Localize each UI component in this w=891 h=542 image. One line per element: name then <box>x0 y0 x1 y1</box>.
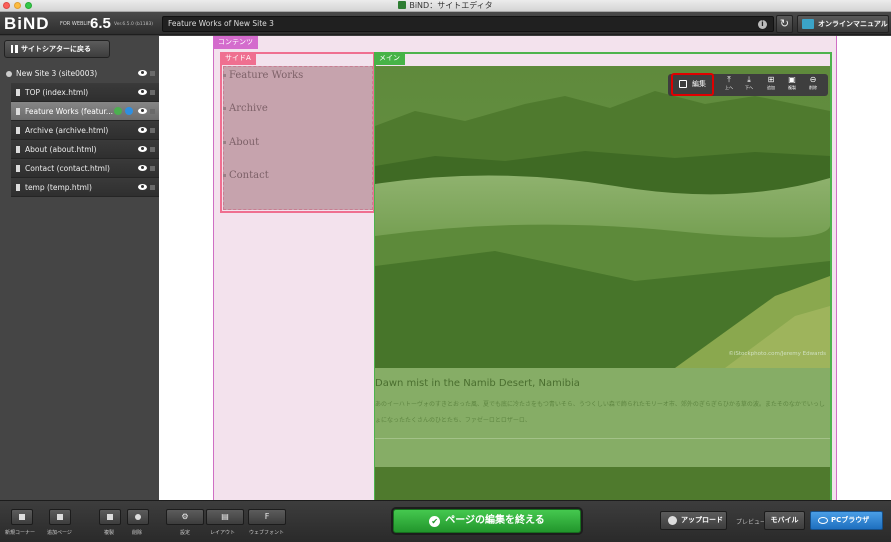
lock-icon[interactable] <box>150 90 155 95</box>
lock-icon[interactable] <box>150 166 155 171</box>
tree-page-about[interactable]: About (about.html) <box>11 140 159 159</box>
edit-block-button[interactable]: 編集 <box>671 73 714 96</box>
theater-icon <box>11 45 18 53</box>
window-titlebar: BiND：サイトエディタ <box>0 0 891 12</box>
move-down-icon: ⤓ <box>747 75 751 84</box>
status-blue-icon <box>125 107 133 115</box>
delete-page-button[interactable] <box>127 509 149 525</box>
layout-button[interactable]: ▤ <box>206 509 244 525</box>
article-body: あのイーハトーヴォのすきとおった風、夏でも底に冷たさをもつ青いそら、うつくしい森… <box>375 401 825 424</box>
visibility-eye-icon[interactable] <box>138 146 147 152</box>
nav-link-feature-works[interactable]: Feature Works <box>222 70 303 81</box>
tree-page-contact[interactable]: Contact (contact.html) <box>11 159 159 178</box>
info-icon[interactable]: i <box>758 20 767 29</box>
upload-button[interactable]: アップロード <box>660 511 727 530</box>
main-area-label: メイン <box>374 52 405 65</box>
tree-page-archive[interactable]: Archive (archive.html) <box>11 121 159 140</box>
delete-block-icon: ⊖ <box>809 75 817 84</box>
nav-link-about[interactable]: About <box>222 137 259 148</box>
move-up-icon: ⤒ <box>727 75 731 84</box>
duplicate-icon <box>107 514 113 520</box>
new-corner-button[interactable] <box>11 509 33 525</box>
visibility-eye-icon[interactable] <box>138 165 147 171</box>
add-page-icon <box>57 514 63 520</box>
sidebar-footer: 新規コーナー 追加ページ 複製 削除 <box>0 500 159 542</box>
article-block[interactable]: Dawn mist in the Namib Desert, Namibia あ… <box>375 368 830 500</box>
pc-browser-preview-button[interactable]: PCブラウザ <box>810 511 883 530</box>
tree-page-temp[interactable]: temp (temp.html) <box>11 178 159 197</box>
hero-image[interactable] <box>375 66 830 368</box>
delete-block-button[interactable]: ⊖ 削除 <box>802 75 824 95</box>
page-icon <box>16 146 20 153</box>
settings-button[interactable]: ⚙ <box>166 509 204 525</box>
add-page-button[interactable] <box>49 509 71 525</box>
preview-label: プレビュー <box>736 519 767 526</box>
layout-icon: ▤ <box>221 512 229 521</box>
back-to-site-theater-button[interactable]: サイトシアターに戻る <box>4 40 110 58</box>
online-manual-button[interactable]: オンラインマニュアル <box>797 15 889 33</box>
tree-page-top[interactable]: TOP (index.html) <box>11 83 159 102</box>
refresh-button[interactable]: ↻ <box>776 15 793 33</box>
visibility-eye-icon[interactable] <box>138 70 147 76</box>
site-icon <box>6 71 12 77</box>
site-tree: New Site 3 (site0003) TOP (index.html) F… <box>0 64 159 197</box>
refresh-icon: ↻ <box>779 17 790 30</box>
add-block-icon: ⊞ <box>767 75 775 84</box>
app-icon <box>398 1 407 9</box>
nav-link-archive[interactable]: Archive <box>223 103 268 114</box>
upload-icon <box>668 516 677 525</box>
visibility-eye-icon[interactable] <box>138 127 147 133</box>
content-area-label: コンテンツ <box>213 36 258 49</box>
page-icon <box>16 127 20 134</box>
webfont-button[interactable]: F <box>248 509 286 525</box>
page-icon <box>16 89 20 96</box>
visibility-eye-icon[interactable] <box>138 89 147 95</box>
bottom-toolbar: ⚙ ▤ F 設定 レイアウト ウェブフォント ✔ ページの編集を終える アップロー… <box>159 500 891 542</box>
status-green-icon <box>114 107 122 115</box>
side-a-label: サイドA <box>220 52 256 65</box>
editor-canvas: コンテンツ サイドA Feature Works Archive About C… <box>159 36 891 500</box>
page-icon <box>16 165 20 172</box>
visibility-eye-icon[interactable] <box>138 184 147 190</box>
page-icon <box>16 108 20 115</box>
photo-credit: ©iStockphoto.com/Jeremy Edwards <box>728 351 826 357</box>
finish-editing-button[interactable]: ✔ ページの編集を終える <box>393 509 581 533</box>
duplicate-page-button[interactable] <box>99 509 121 525</box>
gear-icon: ⚙ <box>181 512 189 521</box>
font-icon: F <box>264 512 270 521</box>
check-icon: ✔ <box>429 516 441 527</box>
book-icon <box>802 19 814 29</box>
eye-icon <box>818 517 828 524</box>
lock-icon[interactable] <box>150 128 155 133</box>
site-root-item[interactable]: New Site 3 (site0003) <box>0 64 159 83</box>
divider <box>375 438 830 439</box>
copy-block-button[interactable]: ▣ 複製 <box>781 75 803 95</box>
desert-landscape-image <box>375 66 830 368</box>
page-icon <box>16 184 20 191</box>
move-down-button[interactable]: ⤓ 下へ <box>738 75 760 95</box>
site-sidebar: サイトシアターに戻る New Site 3 (site0003) TOP (in… <box>0 36 159 500</box>
article-title: Dawn mist in the Namib Desert, Namibia <box>375 378 580 389</box>
page-url-field[interactable]: Feature Works of New Site 3 i <box>162 16 774 32</box>
lock-icon[interactable] <box>150 147 155 152</box>
mobile-preview-button[interactable]: モバイル <box>764 511 805 530</box>
delete-icon <box>135 514 141 520</box>
new-corner-icon <box>19 514 25 520</box>
add-block-button[interactable]: ⊞ 追加 <box>760 75 782 95</box>
lock-icon[interactable] <box>150 109 155 114</box>
second-image[interactable] <box>375 467 830 500</box>
move-up-button[interactable]: ⤒ 上へ <box>718 75 740 95</box>
lock-icon[interactable] <box>150 71 155 76</box>
window-title: BiND：サイトエディタ <box>409 1 493 10</box>
nav-link-contact[interactable]: Contact <box>223 170 269 181</box>
visibility-eye-icon[interactable] <box>138 108 147 114</box>
copy-block-icon: ▣ <box>788 75 796 84</box>
lock-icon[interactable] <box>150 185 155 190</box>
tree-page-feature-works[interactable]: Feature Works (featur... <box>11 102 159 121</box>
edit-icon <box>679 80 687 88</box>
